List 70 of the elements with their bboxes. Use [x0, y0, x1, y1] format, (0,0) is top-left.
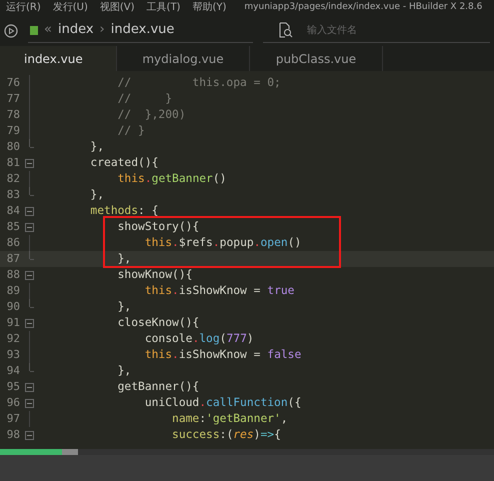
window-title: myuniapp3/pages/index/index.vue - HBuilder X 2.8.6 [244, 1, 482, 14]
menu-item[interactable]: 发行(U) [52, 1, 88, 14]
code-line: name:'getBanner', [171, 410, 288, 427]
code-line: }, [116, 298, 132, 315]
file-search-field[interactable]: 输入文件名 [307, 22, 490, 38]
fold-toggle-icon[interactable] [24, 206, 34, 216]
menu-item[interactable]: 运行(R) [6, 1, 41, 14]
line-number: 77 [6, 90, 20, 107]
line-number: 91 [6, 314, 20, 331]
run-icon[interactable] [4, 24, 18, 38]
code-line: getBanner(){ [116, 378, 200, 395]
code-line: this.$refs.popup.open() [144, 234, 302, 251]
code-line: // this.opa = 0; [116, 74, 281, 91]
code-line: }, [89, 138, 104, 155]
line-number: 88 [6, 266, 20, 283]
code-line: uniCloud.callFunction({ [144, 394, 302, 411]
code-line: created(){ [89, 154, 158, 171]
fold-toggle-icon[interactable] [24, 318, 34, 328]
breadcrumb-separator: › [100, 23, 105, 37]
line-number: 81 [6, 154, 20, 171]
code-line: // },200) [116, 106, 186, 123]
breadcrumb-item[interactable]: index.vue [110, 20, 174, 40]
menu-item[interactable]: 工具(T) [146, 1, 180, 14]
line-number: 83 [6, 186, 20, 203]
line-number: 98 [6, 426, 20, 443]
code-line: success:(res)=>{ [171, 426, 281, 443]
line-number: 96 [6, 394, 20, 411]
search-file-icon [277, 22, 293, 38]
line-number: 95 [6, 378, 20, 395]
line-number: 93 [6, 346, 20, 363]
line-number: 89 [6, 282, 20, 299]
line-number: 92 [6, 330, 20, 347]
back-button[interactable]: « [44, 23, 52, 37]
code-line: }, [89, 186, 104, 203]
line-number: 84 [6, 202, 20, 219]
line-number: 90 [6, 298, 20, 315]
code-line: // } [116, 90, 172, 107]
fold-toggle-icon[interactable] [24, 222, 34, 232]
menu-item[interactable]: 帮助(Y) [192, 1, 226, 14]
breadcrumb-item[interactable]: index [58, 20, 94, 40]
code-line: showKnow(){ [116, 266, 192, 283]
code-line: }, [116, 250, 132, 267]
line-number: 87 [6, 250, 20, 267]
code-line: this.isShowKnow = false [144, 346, 302, 363]
line-number: 80 [6, 138, 20, 155]
fold-toggle-icon[interactable] [24, 430, 34, 440]
code-line: methods: { [89, 202, 158, 219]
fold-toggle-icon[interactable] [24, 270, 34, 280]
line-number: 86 [6, 234, 20, 251]
code-line: this.getBanner() [116, 170, 226, 187]
code-line: closeKnow(){ [116, 314, 200, 331]
line-number: 85 [6, 218, 20, 235]
line-number: 78 [6, 106, 20, 123]
code-line: }, [116, 362, 132, 379]
code-line: this.isShowKnow = true [144, 282, 294, 299]
fold-toggle-icon[interactable] [24, 382, 34, 392]
code-line: // } [116, 122, 145, 139]
code-line: console.log(777) [144, 330, 254, 347]
line-number: 97 [6, 410, 20, 427]
code-line: showStory(){ [116, 218, 200, 235]
line-number: 79 [6, 122, 20, 139]
editor-tab[interactable]: index.vue [0, 46, 117, 71]
fold-toggle-icon[interactable] [24, 398, 34, 408]
project-icon [30, 26, 38, 34]
menu-item[interactable]: 视图(V) [100, 1, 135, 14]
fold-toggle-icon[interactable] [24, 158, 34, 168]
line-number: 76 [6, 74, 20, 91]
line-number: 82 [6, 170, 20, 187]
line-number: 94 [6, 362, 20, 379]
horizontal-scrollbar[interactable] [0, 449, 494, 455]
